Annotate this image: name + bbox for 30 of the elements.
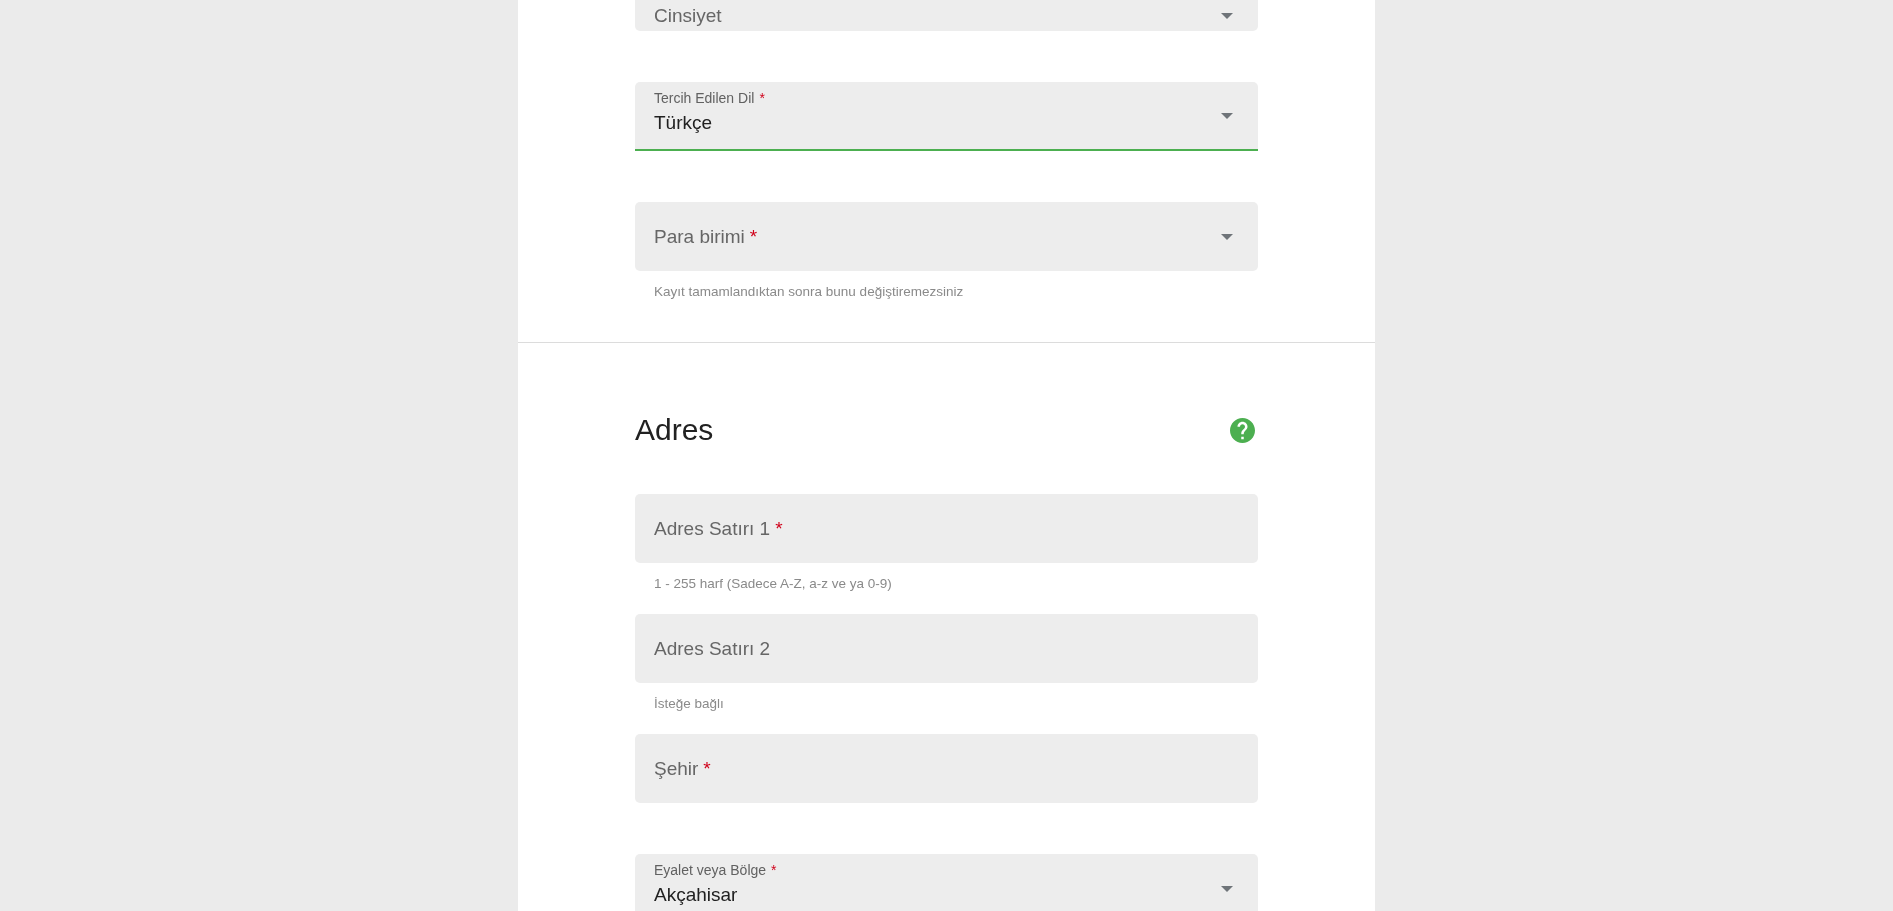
select-field[interactable]: Tercih Edilen Dil * Türkçe bbox=[635, 82, 1258, 151]
required-mark: * bbox=[759, 90, 765, 106]
field-label: Para birimi bbox=[654, 224, 745, 249]
dropdown-caret-icon bbox=[1221, 112, 1233, 119]
text-field[interactable]: Adres Satırı 2 bbox=[635, 614, 1258, 683]
required-mark: * bbox=[703, 756, 711, 781]
field-label: Tercih Edilen Dil bbox=[654, 90, 755, 106]
select-field[interactable]: Para birimi * bbox=[635, 202, 1258, 271]
select-field[interactable]: Eyalet veya Bölge * Akçahisar bbox=[635, 854, 1258, 911]
field-label: Adres Satırı 1 bbox=[654, 516, 771, 541]
field-value: Akçahisar bbox=[654, 883, 739, 907]
dropdown-caret-icon bbox=[1221, 885, 1233, 892]
field-label: Eyalet veya Bölge bbox=[654, 862, 767, 878]
section-title: Adres bbox=[635, 412, 714, 448]
required-mark: * bbox=[771, 862, 777, 878]
text-field[interactable]: Adres Satırı 1 * bbox=[635, 494, 1258, 563]
field-label: Şehir bbox=[654, 756, 699, 781]
help-icon[interactable] bbox=[1230, 417, 1255, 443]
dropdown-caret-icon bbox=[1221, 233, 1233, 240]
select-field[interactable]: Cinsiyet bbox=[635, 0, 1258, 31]
helper-text: İsteğe bağlı bbox=[654, 696, 724, 711]
helper-text: Kayıt tamamlandıktan sonra bunu değiştiremezsiniz bbox=[654, 284, 964, 299]
field-label: Cinsiyet bbox=[654, 3, 722, 28]
field-value: Türkçe bbox=[654, 111, 714, 135]
required-mark: * bbox=[749, 224, 758, 249]
helper-text: 1 - 255 harf (Sadece A-Z, a-z ve ya 0-9) bbox=[654, 576, 892, 591]
text-field[interactable]: Şehir * bbox=[635, 734, 1258, 803]
required-mark: * bbox=[775, 516, 783, 541]
field-label: Adres Satırı 2 bbox=[654, 636, 771, 661]
dropdown-caret-icon bbox=[1221, 12, 1233, 19]
